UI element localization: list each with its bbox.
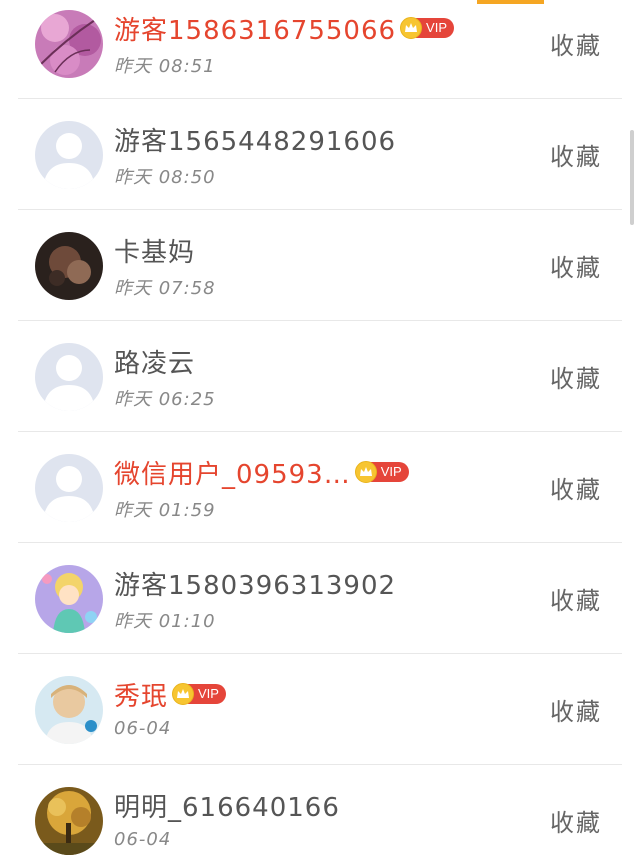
- avatar[interactable]: [35, 343, 103, 411]
- user-name[interactable]: 明明_616640166: [114, 787, 340, 824]
- favorite-button[interactable]: 收藏: [550, 26, 602, 61]
- avatar[interactable]: [35, 565, 103, 633]
- list-item[interactable]: 明明_616640166 06-04 收藏: [18, 765, 622, 864]
- list-item[interactable]: 游客15863167550​66 VIP 昨天 08:51 收藏: [18, 0, 622, 99]
- user-name[interactable]: 游客1565448291606: [114, 121, 396, 158]
- favorite-button[interactable]: 收藏: [550, 692, 602, 727]
- list-item[interactable]: 秀珉 VIP 06-04 收藏: [18, 654, 622, 765]
- avatar[interactable]: [35, 454, 103, 522]
- user-name[interactable]: 微信用户_09593…: [114, 454, 351, 491]
- visit-time: 昨天 07:58: [114, 278, 216, 299]
- user-name[interactable]: 游客15863167550​66: [114, 10, 396, 47]
- user-name[interactable]: 路凌云: [114, 343, 195, 380]
- avatar[interactable]: [35, 676, 103, 744]
- visit-time: 06-04: [114, 829, 172, 850]
- list-item[interactable]: 微信用户_09593… VIP 昨天 01:59 收藏: [18, 432, 622, 543]
- avatar[interactable]: [35, 787, 103, 855]
- crown-icon: [172, 683, 195, 705]
- list-item[interactable]: 路凌云 昨天 06:25 收藏: [18, 321, 622, 432]
- visit-time: 06-04: [114, 718, 172, 739]
- user-list: 游客15863167550​66 VIP 昨天 08:51 收藏 游客15654…: [0, 0, 640, 864]
- favorite-button[interactable]: 收藏: [550, 803, 602, 838]
- crown-icon: [354, 461, 377, 483]
- visit-time: 昨天 06:25: [114, 389, 216, 410]
- list-item[interactable]: 卡基妈 昨天 07:58 收藏: [18, 210, 622, 321]
- visit-time: 昨天 08:51: [114, 56, 216, 77]
- avatar[interactable]: [35, 10, 103, 78]
- list-item[interactable]: 游客1565448291606 昨天 08:50 收藏: [18, 99, 622, 210]
- favorite-button[interactable]: 收藏: [550, 581, 602, 616]
- visit-time: 昨天 01:59: [114, 500, 216, 521]
- vip-badge: VIP: [400, 17, 455, 39]
- crown-icon: [400, 17, 423, 39]
- list-item[interactable]: 游客1580396313902 昨天 01:10 收藏: [18, 543, 622, 654]
- user-name[interactable]: 卡基妈: [114, 232, 195, 269]
- favorite-button[interactable]: 收藏: [550, 470, 602, 505]
- favorite-button[interactable]: 收藏: [550, 359, 602, 394]
- user-name[interactable]: 秀珉: [114, 676, 168, 713]
- avatar[interactable]: [35, 121, 103, 189]
- visit-time: 昨天 08:50: [114, 167, 216, 188]
- visit-time: 昨天 01:10: [114, 611, 216, 632]
- user-name[interactable]: 游客1580396313902: [114, 565, 396, 602]
- favorite-button[interactable]: 收藏: [550, 137, 602, 172]
- vip-badge: VIP: [172, 683, 226, 705]
- favorite-button[interactable]: 收藏: [550, 248, 602, 283]
- vip-badge: VIP: [354, 461, 409, 483]
- avatar[interactable]: [35, 232, 103, 300]
